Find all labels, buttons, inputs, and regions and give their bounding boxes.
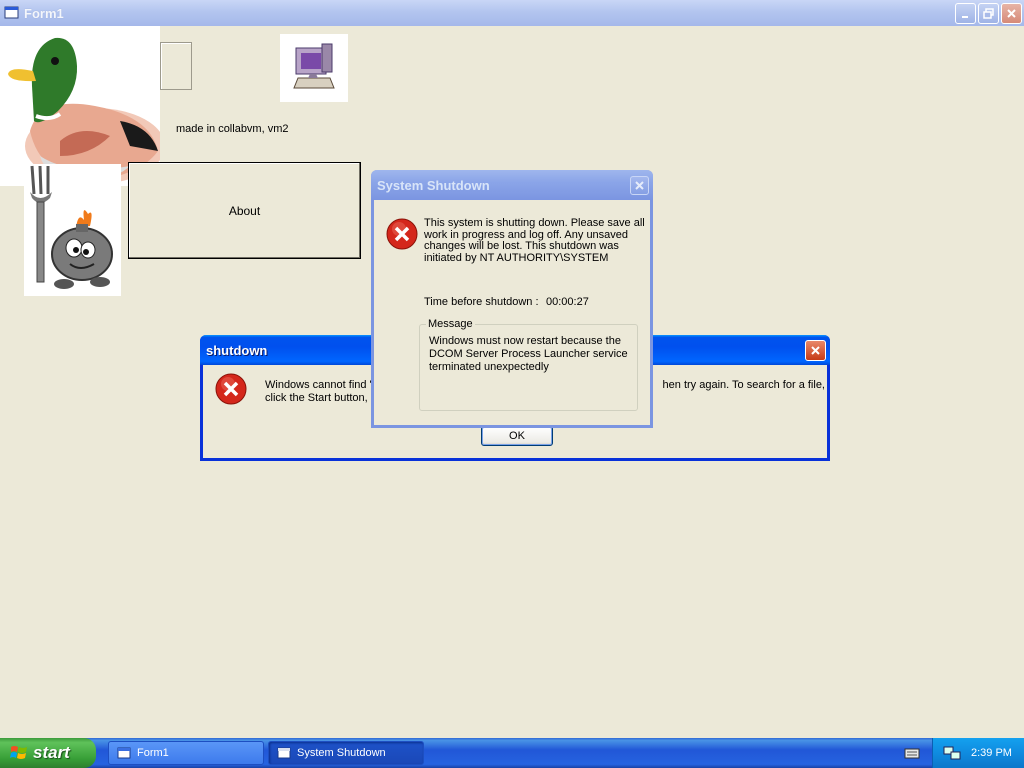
taskbar-button-form1[interactable]: Form1: [108, 741, 264, 765]
computer-icon: [280, 34, 348, 102]
system-shutdown-title: System Shutdown: [377, 177, 490, 193]
window-icon: [277, 747, 291, 759]
made-in-label: made in collabvm, vm2: [176, 123, 289, 135]
system-tray: 2:39 PM: [932, 738, 1024, 768]
start-button[interactable]: start: [0, 738, 96, 768]
close-icon: [635, 181, 644, 190]
minimize-icon: [962, 16, 968, 18]
shutdown-message-right: hen try again. To search for a file,: [662, 379, 825, 391]
time-before-shutdown-label: Time before shutdown :: [424, 296, 539, 308]
taskbar-label-system-shutdown: System Shutdown: [297, 747, 386, 759]
close-button[interactable]: [1001, 3, 1022, 24]
shutdown-title: shutdown: [206, 342, 268, 358]
close-icon: [811, 346, 820, 355]
shutdown-close-button[interactable]: [805, 340, 826, 361]
form1-titlebar[interactable]: Form1: [0, 0, 1024, 26]
form1-title: Form1: [24, 5, 64, 21]
window-icon: [117, 747, 131, 759]
shutdown-reason-text: Windows must now restart because the DCO…: [429, 335, 628, 373]
clock[interactable]: 2:39 PM: [971, 747, 1012, 759]
taskbar-label-form1: Form1: [137, 747, 169, 759]
countdown-timer: 00:00:27: [546, 296, 589, 308]
shutdown-warning-text: This system is shutting down. Please sav…: [424, 217, 645, 264]
error-icon: [386, 218, 418, 250]
restore-icon: [983, 8, 994, 19]
empty-picture-box: [160, 42, 192, 90]
minimize-button[interactable]: [955, 3, 976, 24]
form-window-icon[interactable]: [4, 5, 20, 21]
windows-logo-icon: [10, 746, 27, 759]
system-shutdown-close-button[interactable]: [630, 176, 649, 195]
system-shutdown-dialog: System Shutdown This system is shutting …: [371, 170, 653, 428]
start-label: start: [33, 743, 70, 762]
caption-buttons: [955, 3, 1022, 24]
taskbar: start Form1 System Shutdown 2:39 PM: [0, 738, 1024, 768]
message-groupbox: Message Windows must now restart because…: [419, 318, 638, 411]
ok-button[interactable]: OK: [481, 426, 553, 446]
error-icon: [215, 373, 247, 405]
about-button[interactable]: About: [128, 162, 361, 259]
message-legend: Message: [426, 318, 475, 330]
taskbar-button-system-shutdown[interactable]: System Shutdown: [268, 741, 424, 765]
system-shutdown-titlebar[interactable]: System Shutdown: [371, 170, 653, 200]
shutdown-message-left: Windows cannot find ': [265, 379, 372, 391]
network-icon[interactable]: [943, 744, 961, 762]
close-icon: [1007, 9, 1016, 18]
fork-character-image: [24, 164, 121, 296]
keyboard-icon[interactable]: [904, 746, 920, 760]
restore-button[interactable]: [978, 3, 999, 24]
